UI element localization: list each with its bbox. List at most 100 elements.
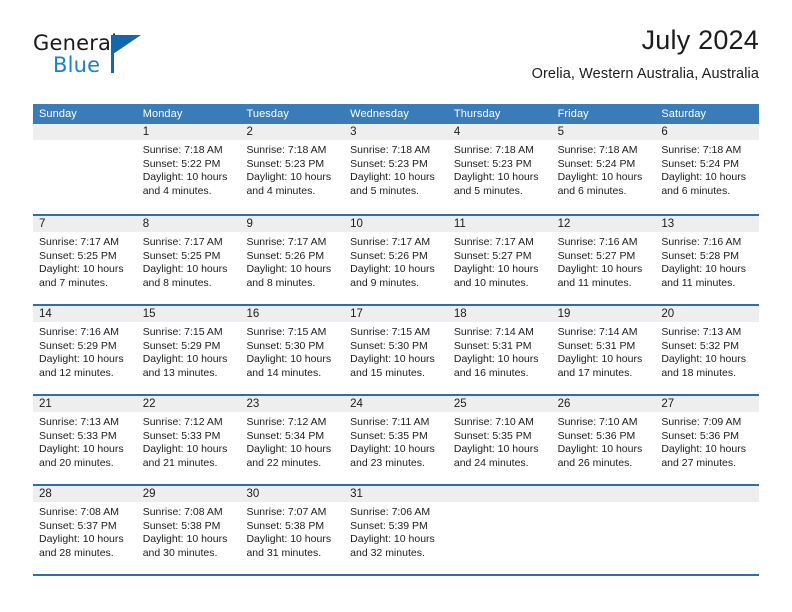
calendar-day-cell[interactable]: 9 Sunrise: 7:17 AM Sunset: 5:26 PM Daylight… [240,216,345,304]
sunrise-text: Sunrise: 7:07 AM [246,506,327,518]
daylight-text-line2: and 22 minutes. [246,456,322,469]
day-number: 13 [661,218,675,230]
week-cells: 21 Sunrise: 7:13 AM Sunset: 5:33 PM Dayligh… [33,396,760,484]
calendar-day-cell[interactable]: 26 Sunrise: 7:10 AM Sunset: 5:36 PM Dayligh… [551,396,656,484]
daylight-text-line1: Daylight: 10 hours [246,443,332,456]
day-details: Sunrise: 7:13 AM Sunset: 5:33 PM Daylight:… [33,412,137,470]
day-number-band: 4 [447,124,552,140]
daylight-text-line1: Daylight: 10 hours [350,353,435,366]
calendar-day-cell[interactable]: 5 Sunrise: 7:18 AM Sunset: 5:24 PM Daylight… [551,124,656,214]
calendar-day-cell[interactable]: 30 Sunrise: 7:07 AM Sunset: 5:38 PM Dayligh… [240,486,345,574]
day-number-band: 18 [447,306,552,322]
calendar-day-cell[interactable]: 16 Sunrise: 7:15 AM Sunset: 5:30 PM Dayligh… [240,306,345,394]
day-details: Sunrise: 7:14 AM Sunset: 5:31 PM Daylight:… [448,322,552,380]
day-number-band: 5 [551,124,656,140]
weekday-header-sunday: Sunday [39,108,77,120]
daylight-text-line1: Daylight: 10 hours [246,353,332,366]
day-number-band: 10 [344,216,448,232]
calendar-bottom-rule [33,574,759,576]
sunrise-text: Sunrise: 7:10 AM [557,416,638,428]
daylight-text-line1: Daylight: 10 hours [453,171,539,184]
sunrise-text: Sunrise: 7:17 AM [350,236,431,248]
calendar-day-cell-empty [447,486,552,574]
day-number: 31 [350,488,363,500]
calendar-day-cell[interactable]: 27 Sunrise: 7:09 AM Sunset: 5:36 PM Dayligh… [655,396,760,484]
calendar-day-cell[interactable]: 6 Sunrise: 7:18 AM Sunset: 5:24 PM Daylight… [655,124,760,214]
calendar-day-cell[interactable]: 10 Sunrise: 7:17 AM Sunset: 5:26 PM Dayligh… [344,216,448,304]
day-number: 18 [453,308,467,320]
sunrise-text: Sunrise: 7:15 AM [350,326,431,338]
calendar-day-cell[interactable]: 29 Sunrise: 7:08 AM Sunset: 5:38 PM Dayligh… [136,486,241,574]
day-number: 5 [557,126,564,138]
title-block: July 2024 Orelia, Western Australia, Aus… [532,24,759,83]
calendar-day-cell[interactable]: 8 Sunrise: 7:17 AM Sunset: 5:25 PM Daylight… [136,216,241,304]
sunset-text: Sunset: 5:29 PM [39,339,117,352]
calendar-day-cell[interactable]: 28 Sunrise: 7:08 AM Sunset: 5:37 PM Dayligh… [33,486,137,574]
daylight-text-line2: and 24 minutes. [453,456,529,469]
day-details: Sunrise: 7:15 AM Sunset: 5:29 PM Daylight:… [137,322,241,380]
calendar-day-cell[interactable]: 19 Sunrise: 7:14 AM Sunset: 5:31 PM Dayligh… [551,306,656,394]
sunrise-text: Sunrise: 7:15 AM [142,326,223,338]
daylight-text-line1: Daylight: 10 hours [557,171,643,184]
day-details [552,502,656,506]
sunrise-text: Sunrise: 7:18 AM [246,144,327,156]
day-details: Sunrise: 7:11 AM Sunset: 5:35 PM Daylight:… [344,412,448,470]
daylight-text-line1: Daylight: 10 hours [350,443,435,456]
calendar-day-cell[interactable]: 22 Sunrise: 7:12 AM Sunset: 5:33 PM Dayligh… [136,396,241,484]
day-number: 23 [246,398,260,410]
daylight-text-line1: Daylight: 10 hours [39,443,124,456]
day-details: Sunrise: 7:17 AM Sunset: 5:26 PM Daylight:… [344,232,448,290]
sunrise-text: Sunrise: 7:16 AM [557,236,638,248]
page-title: July 2024 [641,25,759,55]
day-details: Sunrise: 7:15 AM Sunset: 5:30 PM Daylight:… [240,322,344,380]
calendar-day-cell[interactable]: 3 Sunrise: 7:18 AM Sunset: 5:23 PM Daylight… [344,124,448,214]
calendar-day-cell[interactable]: 4 Sunrise: 7:18 AM Sunset: 5:23 PM Daylight… [447,124,552,214]
sunrise-text: Sunrise: 7:08 AM [142,506,223,518]
calendar-day-cell[interactable]: 1 Sunrise: 7:18 AM Sunset: 5:22 PM Daylight… [136,124,241,214]
day-details: Sunrise: 7:12 AM Sunset: 5:33 PM Daylight:… [137,412,241,470]
sunset-text: Sunset: 5:37 PM [39,519,117,532]
daylight-text-line1: Daylight: 10 hours [142,353,228,366]
day-details: Sunrise: 7:08 AM Sunset: 5:38 PM Daylight:… [137,502,241,560]
calendar-day-cell[interactable]: 12 Sunrise: 7:16 AM Sunset: 5:27 PM Dayligh… [551,216,656,304]
calendar-day-cell[interactable]: 11 Sunrise: 7:17 AM Sunset: 5:27 PM Dayligh… [447,216,552,304]
calendar-day-cell[interactable]: 7 Sunrise: 7:17 AM Sunset: 5:25 PM Daylight… [33,216,137,304]
calendar-day-cell[interactable]: 24 Sunrise: 7:11 AM Sunset: 5:35 PM Dayligh… [344,396,448,484]
daylight-text-line2: and 14 minutes. [246,366,322,379]
calendar-day-cell[interactable]: 20 Sunrise: 7:13 AM Sunset: 5:32 PM Dayligh… [655,306,760,394]
calendar-day-cell[interactable]: 15 Sunrise: 7:15 AM Sunset: 5:29 PM Dayligh… [136,306,241,394]
day-details: Sunrise: 7:16 AM Sunset: 5:29 PM Daylight:… [33,322,137,380]
daylight-text-line1: Daylight: 10 hours [661,171,746,184]
daylight-text-line1: Daylight: 10 hours [453,263,539,276]
calendar-week-row: 28 Sunrise: 7:08 AM Sunset: 5:37 PM Dayligh… [33,484,760,576]
day-number-band: 14 [33,306,137,322]
sunset-text: Sunset: 5:24 PM [557,157,636,170]
daylight-text-line2: and 6 minutes. [557,184,627,197]
daylight-text-line2: and 23 minutes. [350,456,425,469]
sunrise-text: Sunrise: 7:12 AM [142,416,223,428]
day-number: 26 [557,398,571,410]
day-number: 15 [142,308,156,320]
sunrise-text: Sunrise: 7:17 AM [142,236,223,248]
sunrise-text: Sunrise: 7:18 AM [453,144,534,156]
calendar-day-cell[interactable]: 21 Sunrise: 7:13 AM Sunset: 5:33 PM Dayligh… [33,396,137,484]
sunset-text: Sunset: 5:30 PM [350,339,428,352]
day-number: 10 [350,218,363,230]
calendar-day-cell[interactable]: 25 Sunrise: 7:10 AM Sunset: 5:35 PM Dayligh… [447,396,552,484]
day-details: Sunrise: 7:13 AM Sunset: 5:32 PM Daylight:… [655,322,759,380]
sunset-text: Sunset: 5:38 PM [246,519,325,532]
day-number-band: 23 [240,396,345,412]
calendar-day-cell[interactable]: 13 Sunrise: 7:16 AM Sunset: 5:28 PM Dayligh… [655,216,760,304]
weekday-header-thursday: Thursday [453,108,501,120]
calendar-day-cell[interactable]: 23 Sunrise: 7:12 AM Sunset: 5:34 PM Dayligh… [240,396,345,484]
calendar-day-cell[interactable]: 14 Sunrise: 7:16 AM Sunset: 5:29 PM Dayligh… [33,306,137,394]
calendar-day-cell[interactable]: 17 Sunrise: 7:15 AM Sunset: 5:30 PM Dayligh… [344,306,448,394]
week-cells: 7 Sunrise: 7:17 AM Sunset: 5:25 PM Daylight… [33,216,760,304]
daylight-text-line2: and 17 minutes. [557,366,633,379]
triangle-logo-icon [113,35,141,54]
calendar-day-cell[interactable]: 31 Sunrise: 7:06 AM Sunset: 5:39 PM Dayligh… [344,486,448,574]
day-number: 22 [142,398,156,410]
calendar-day-cell[interactable]: 2 Sunrise: 7:18 AM Sunset: 5:23 PM Daylight… [240,124,345,214]
calendar-day-cell[interactable]: 18 Sunrise: 7:14 AM Sunset: 5:31 PM Dayligh… [447,306,552,394]
daylight-text-line1: Daylight: 10 hours [557,353,643,366]
